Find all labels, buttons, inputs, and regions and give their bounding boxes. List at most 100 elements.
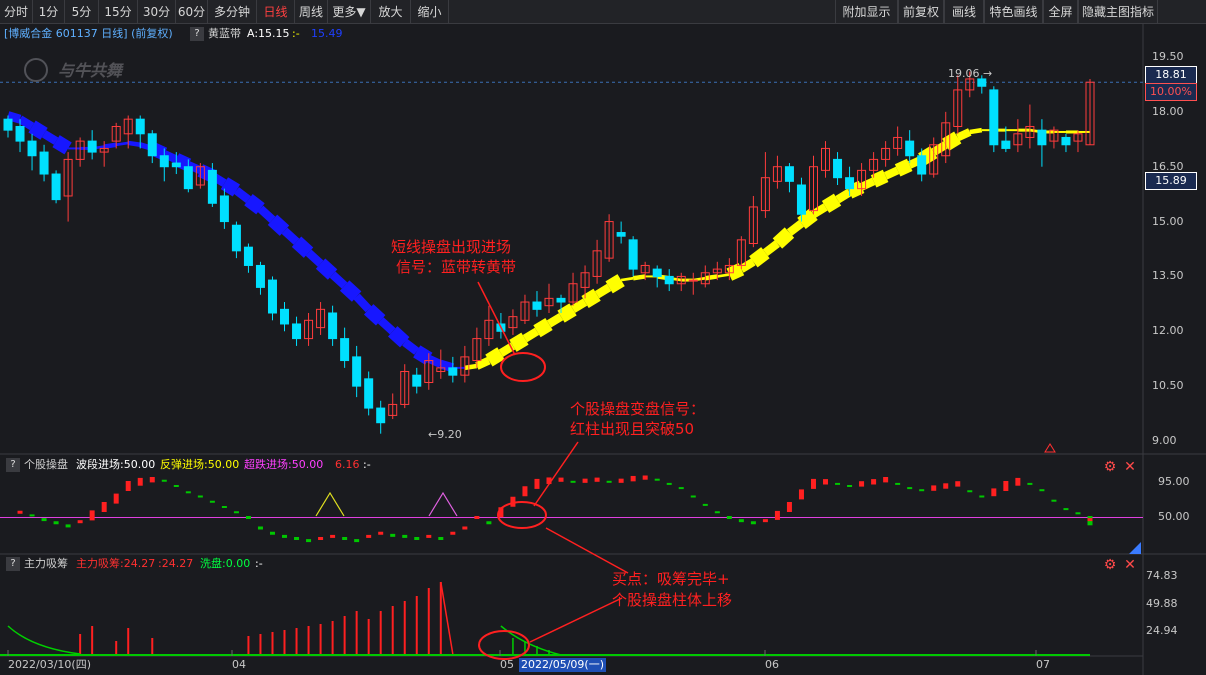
- warning-triangle: [1044, 443, 1056, 453]
- annotation-3-line1: 买点：吸筹完毕+: [612, 570, 730, 588]
- panel1-bar: [570, 480, 576, 483]
- panel1-bar: [137, 477, 143, 486]
- panel2-help-button[interactable]: ?: [6, 557, 20, 571]
- panel2-axis-1: 74.83: [1146, 569, 1178, 582]
- panel1-value-e: :-: [363, 458, 371, 471]
- panel1-bar: [931, 485, 937, 491]
- candle-body: [243, 246, 253, 266]
- period-tab-11[interactable]: 缩小: [411, 0, 449, 24]
- panel1-bar: [125, 481, 131, 491]
- annotation-3-line2: 个股操盘柱体上移: [612, 591, 733, 609]
- band-segment: [377, 317, 396, 335]
- panel2-settings-gear-icon[interactable]: ⚙: [1103, 558, 1117, 572]
- band-segment: [329, 271, 348, 289]
- panel1-settings-gear-icon[interactable]: ⚙: [1103, 460, 1117, 474]
- indicator-help-button[interactable]: ?: [190, 27, 204, 41]
- panel1-bar: [871, 479, 877, 485]
- date-month-04: 04: [232, 658, 246, 671]
- panel1-bar: [89, 510, 95, 521]
- panel1-bar: [1039, 489, 1045, 492]
- annotation-1-line1: 短线操盘出现进场: [391, 238, 512, 256]
- candle-body: [628, 239, 638, 270]
- band-segment: [281, 227, 300, 245]
- candle-body: [135, 118, 145, 135]
- price-axis-label: 9.00: [1152, 434, 1177, 447]
- band-segment: [41, 130, 59, 145]
- period-tab-5[interactable]: 60分: [176, 0, 208, 24]
- candle-body: [1037, 129, 1047, 146]
- tool-button-3[interactable]: 特色画线: [984, 0, 1043, 24]
- panel1-bar: [1027, 482, 1033, 485]
- panel1-bar: [1075, 512, 1081, 515]
- period-tab-3[interactable]: 15分: [99, 0, 138, 24]
- band-segment: [363, 304, 386, 326]
- period-tab-0[interactable]: 分时: [0, 0, 33, 24]
- tool-button-5[interactable]: 隐藏主图指标: [1078, 0, 1158, 24]
- annotation-2-line2: 红柱出现且突破50: [570, 420, 695, 438]
- panel1-bar: [197, 495, 203, 498]
- band-segment: [594, 283, 612, 299]
- panel1-bar: [486, 521, 492, 525]
- panel1-bar: [414, 537, 420, 540]
- indicator-last-value: 15.49: [311, 27, 343, 40]
- tool-button-0[interactable]: 附加显示: [835, 0, 898, 24]
- annotation-1-line2: 信号：蓝带转黄带: [396, 258, 517, 276]
- band-segment: [127, 140, 141, 147]
- band-segment: [821, 193, 842, 213]
- panel1-bar: [53, 521, 59, 525]
- panel2-close-icon[interactable]: ✕: [1123, 558, 1137, 572]
- candle-body: [340, 338, 350, 362]
- band-segment: [257, 205, 276, 223]
- panel1-bar: [101, 502, 107, 512]
- signal-triangle-magenta: [428, 491, 458, 517]
- panel1-bar: [774, 510, 780, 520]
- panel1-bar: [306, 539, 312, 543]
- period-tab-4[interactable]: 30分: [138, 0, 176, 24]
- period-tab-6[interactable]: 多分钟: [208, 0, 257, 24]
- band-segment: [726, 262, 745, 281]
- panel1-bar: [161, 479, 167, 482]
- candle-body: [280, 308, 290, 325]
- panel1-bar: [438, 537, 444, 540]
- panel1-bar: [895, 482, 901, 485]
- panel1-bar: [426, 534, 432, 538]
- period-tab-1[interactable]: 1分: [33, 0, 65, 24]
- panel1-corner-marker: [1129, 542, 1141, 554]
- tool-button-2[interactable]: 画线: [944, 0, 984, 24]
- price-axis-label: 10.50: [1152, 379, 1184, 393]
- band-segment: [546, 313, 564, 328]
- panel1-bar: [17, 510, 23, 514]
- band-segment: [931, 141, 948, 156]
- panel2-value-c: 洗盘:0.00: [200, 557, 251, 570]
- tool-button-4[interactable]: 全屏: [1043, 0, 1078, 24]
- panel1-bar: [558, 477, 564, 482]
- band-segment: [942, 131, 962, 151]
- panel1-bar: [402, 534, 408, 538]
- kline-chart: [0, 24, 1206, 675]
- band-segment: [339, 280, 362, 302]
- candle-body: [796, 184, 806, 215]
- panel1-bar: [282, 534, 288, 538]
- band-segment: [859, 177, 876, 191]
- period-tab-8[interactable]: 周线: [295, 0, 328, 24]
- panel1-bar: [702, 503, 708, 506]
- band-segment: [704, 274, 718, 281]
- candle-body: [652, 268, 662, 277]
- period-tab-10[interactable]: 放大: [371, 0, 411, 24]
- candle-body: [159, 155, 169, 168]
- panel1-bar: [534, 478, 540, 489]
- band-segment: [402, 338, 420, 355]
- panel1-help-button[interactable]: ?: [6, 458, 20, 472]
- panel1-bar: [979, 495, 985, 498]
- panel1-bar: [810, 478, 816, 489]
- period-tab-2[interactable]: 5分: [65, 0, 99, 24]
- band-segment: [28, 120, 48, 140]
- band-segment: [581, 288, 601, 309]
- period-tab-9[interactable]: 更多▼: [328, 0, 371, 24]
- period-tab-7[interactable]: 日线: [257, 0, 295, 24]
- tool-button-1[interactable]: 前复权: [898, 0, 944, 24]
- candle-body: [664, 275, 674, 285]
- price-tag-top: 18.81: [1145, 66, 1197, 84]
- panel2-value-d: :-: [255, 557, 263, 570]
- panel1-close-icon[interactable]: ✕: [1123, 460, 1137, 474]
